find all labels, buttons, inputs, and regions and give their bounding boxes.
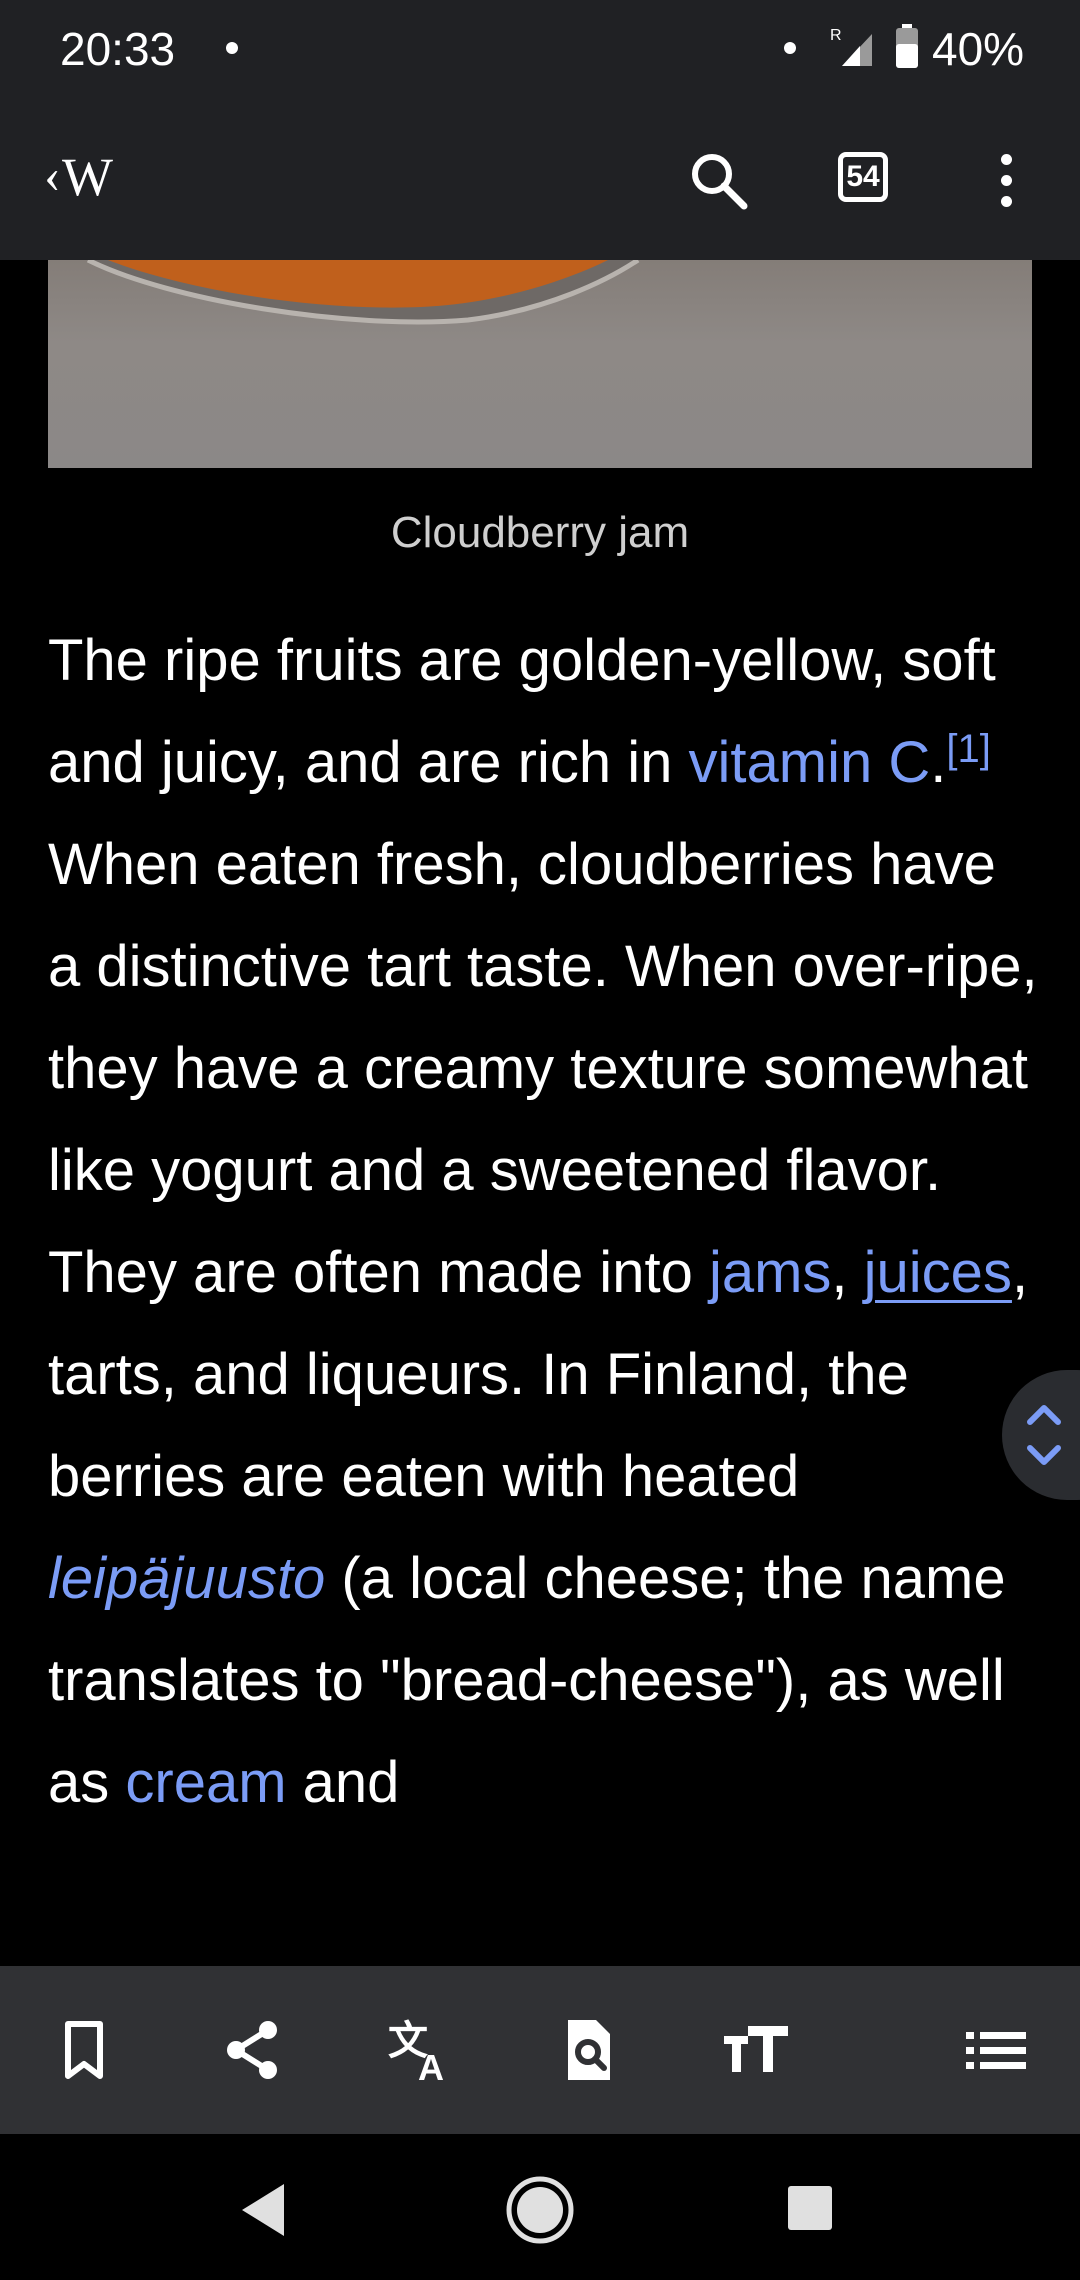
wikipedia-home-button[interactable]: ‹ W bbox=[44, 146, 124, 210]
notification-dot-icon bbox=[226, 42, 238, 54]
battery-icon bbox=[896, 24, 918, 68]
share-icon[interactable] bbox=[216, 2014, 288, 2086]
reference-1-link[interactable]: [1] bbox=[946, 727, 990, 771]
paragraph-text: When eaten fresh, cloudberries have a di… bbox=[48, 832, 1038, 1305]
tabs-button[interactable]: 54 bbox=[838, 152, 888, 202]
system-navigation-bar bbox=[0, 2134, 1080, 2280]
wikipedia-logo: W bbox=[62, 147, 113, 207]
notification-dot-icon bbox=[784, 42, 796, 54]
article-content: Cloudberry jam The ripe fruits are golde… bbox=[0, 260, 1080, 1966]
article-paragraph: The ripe fruits are golden-yellow, soft … bbox=[48, 610, 1038, 1834]
recent-apps-icon[interactable] bbox=[786, 2184, 834, 2232]
status-time: 20:33 bbox=[60, 23, 176, 75]
back-icon[interactable] bbox=[238, 2182, 288, 2238]
text-size-icon[interactable] bbox=[720, 2014, 792, 2086]
article-toolbar: 文 A bbox=[0, 1966, 1080, 2134]
contents-icon[interactable] bbox=[960, 2014, 1032, 2086]
link-jams[interactable]: jams bbox=[709, 1240, 831, 1305]
translate-icon[interactable]: 文 A bbox=[384, 2014, 456, 2086]
paragraph-text: and bbox=[286, 1750, 400, 1815]
cell-signal-icon: R bbox=[830, 27, 872, 66]
svg-text:A: A bbox=[418, 2047, 444, 2086]
link-juices[interactable]: juices bbox=[864, 1240, 1012, 1305]
battery-percentage: 40% bbox=[932, 23, 1025, 75]
home-icon[interactable] bbox=[504, 2174, 576, 2246]
paragraph-text: . bbox=[930, 730, 947, 795]
app-bar: ‹ W 54 bbox=[0, 96, 1080, 260]
find-in-page-icon[interactable] bbox=[552, 2014, 624, 2086]
svg-text:R: R bbox=[830, 27, 842, 44]
more-options-icon[interactable] bbox=[996, 148, 1016, 212]
search-icon[interactable] bbox=[686, 148, 750, 212]
image-caption: Cloudberry jam bbox=[390, 508, 690, 557]
cloudberry-jam-image[interactable] bbox=[48, 260, 1032, 468]
bookmark-icon[interactable] bbox=[48, 2014, 120, 2086]
status-bar: 20:33 R 40% bbox=[0, 0, 1080, 96]
link-cream[interactable]: cream bbox=[125, 1750, 286, 1815]
link-leipajuusto-text: leipäjuusto bbox=[48, 1546, 326, 1611]
link-vitamin-c[interactable]: vitamin C bbox=[689, 730, 931, 795]
back-chevron-icon: ‹ bbox=[44, 147, 61, 203]
paragraph-text: , bbox=[831, 1240, 864, 1305]
link-leipajuusto[interactable]: leipäjuusto bbox=[48, 1546, 325, 1611]
